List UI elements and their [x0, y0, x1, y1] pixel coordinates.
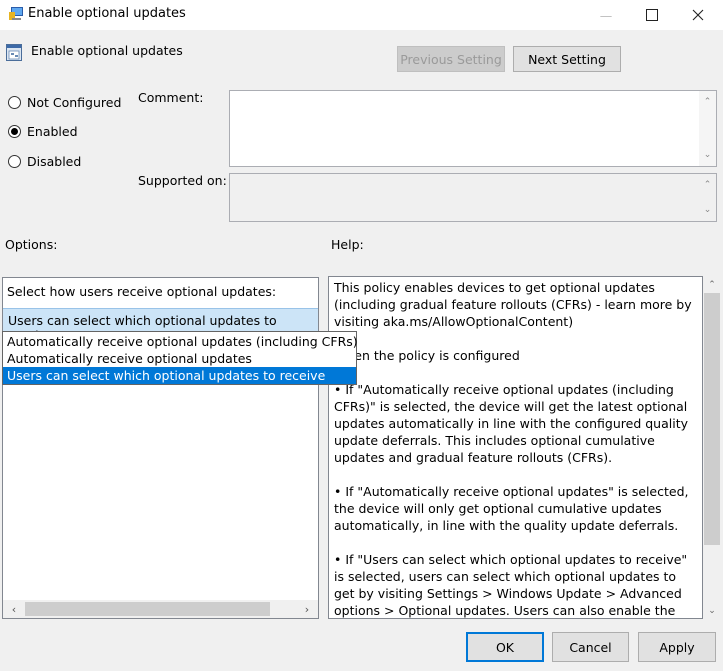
maximize-button[interactable]	[629, 0, 675, 30]
scroll-up-icon[interactable]: ⌃	[704, 180, 712, 190]
supported-on-scrollbar[interactable]: ⌃ ⌄	[699, 174, 716, 221]
policy-setting-icon	[6, 44, 22, 61]
scroll-right-icon[interactable]: ›	[296, 600, 318, 618]
scroll-down-icon[interactable]: ⌄	[703, 602, 721, 619]
help-text: This policy enables devices to get optio…	[334, 279, 699, 618]
next-setting-label: Next Setting	[528, 51, 606, 67]
help-vertical-scrollbar[interactable]: ⌃ ⌄	[703, 276, 721, 619]
comment-textarea[interactable]: ⌃ ⌄	[229, 90, 717, 167]
window-title: Enable optional updates	[28, 6, 186, 21]
close-button[interactable]	[675, 0, 721, 30]
minimize-icon: —	[599, 7, 613, 23]
options-panel: Select how users receive optional update…	[2, 277, 319, 619]
receive-updates-dropdown-list: Automatically receive optional updates (…	[2, 331, 358, 385]
comment-scrollbar[interactable]: ⌃ ⌄	[699, 91, 716, 166]
receive-updates-dropdown[interactable]: Users can select which optional updates …	[3, 308, 318, 343]
help-paragraph: • If "Automatically receive optional upd…	[334, 484, 689, 533]
help-paragraph: • If "Automatically receive optional upd…	[334, 382, 688, 465]
radio-selected-dot	[11, 128, 18, 135]
scrollbar-thumb[interactable]	[704, 293, 720, 545]
radio-circle	[8, 125, 21, 138]
supported-on-field: ⌃ ⌄	[229, 173, 717, 222]
next-setting-button[interactable]: Next Setting	[513, 46, 621, 72]
radio-enabled[interactable]: Enabled	[8, 124, 78, 139]
comment-label: Comment:	[138, 90, 204, 105]
radio-label: Enabled	[27, 124, 78, 139]
options-horizontal-scrollbar[interactable]: ‹ ›	[3, 600, 318, 618]
help-paragraph: When the policy is configured	[334, 348, 520, 363]
scroll-up-icon[interactable]: ⌃	[704, 97, 712, 107]
help-paragraph: • If "Users can select which optional up…	[334, 552, 688, 618]
help-label: Help:	[331, 237, 364, 252]
apply-button[interactable]: Apply	[638, 632, 716, 662]
group-policy-app-icon	[9, 7, 23, 20]
minimize-button[interactable]: —	[583, 0, 629, 30]
title-bar: Enable optional updates —	[0, 0, 723, 30]
options-caption: Select how users receive optional update…	[7, 284, 277, 299]
ok-button[interactable]: OK	[466, 632, 544, 662]
close-icon	[692, 9, 704, 21]
cancel-button[interactable]: Cancel	[552, 632, 629, 662]
policy-name: Enable optional updates	[31, 43, 183, 58]
scroll-down-icon[interactable]: ⌄	[704, 205, 712, 215]
radio-not-configured[interactable]: Not Configured	[8, 95, 121, 110]
scrollbar-thumb[interactable]	[25, 602, 270, 616]
radio-disabled[interactable]: Disabled	[8, 154, 81, 169]
dropdown-option[interactable]: Automatically receive optional updates (…	[3, 333, 358, 350]
supported-on-label: Supported on:	[138, 173, 227, 188]
options-label: Options:	[5, 237, 58, 252]
dropdown-option[interactable]: Automatically receive optional updates	[3, 350, 356, 367]
maximize-icon	[646, 9, 658, 21]
help-paragraph: This policy enables devices to get optio…	[334, 280, 692, 329]
scroll-down-icon[interactable]: ⌄	[704, 150, 712, 160]
dropdown-option-selected[interactable]: Users can select which optional updates …	[3, 367, 356, 384]
radio-label: Disabled	[27, 154, 82, 169]
radio-circle	[8, 96, 21, 109]
help-panel: This policy enables devices to get optio…	[328, 276, 703, 619]
scroll-up-icon[interactable]: ⌃	[703, 276, 721, 293]
radio-label: Not Configured	[27, 95, 122, 110]
radio-circle	[8, 155, 21, 168]
scroll-left-icon[interactable]: ‹	[3, 600, 25, 618]
previous-setting-button[interactable]: Previous Setting	[397, 46, 505, 72]
